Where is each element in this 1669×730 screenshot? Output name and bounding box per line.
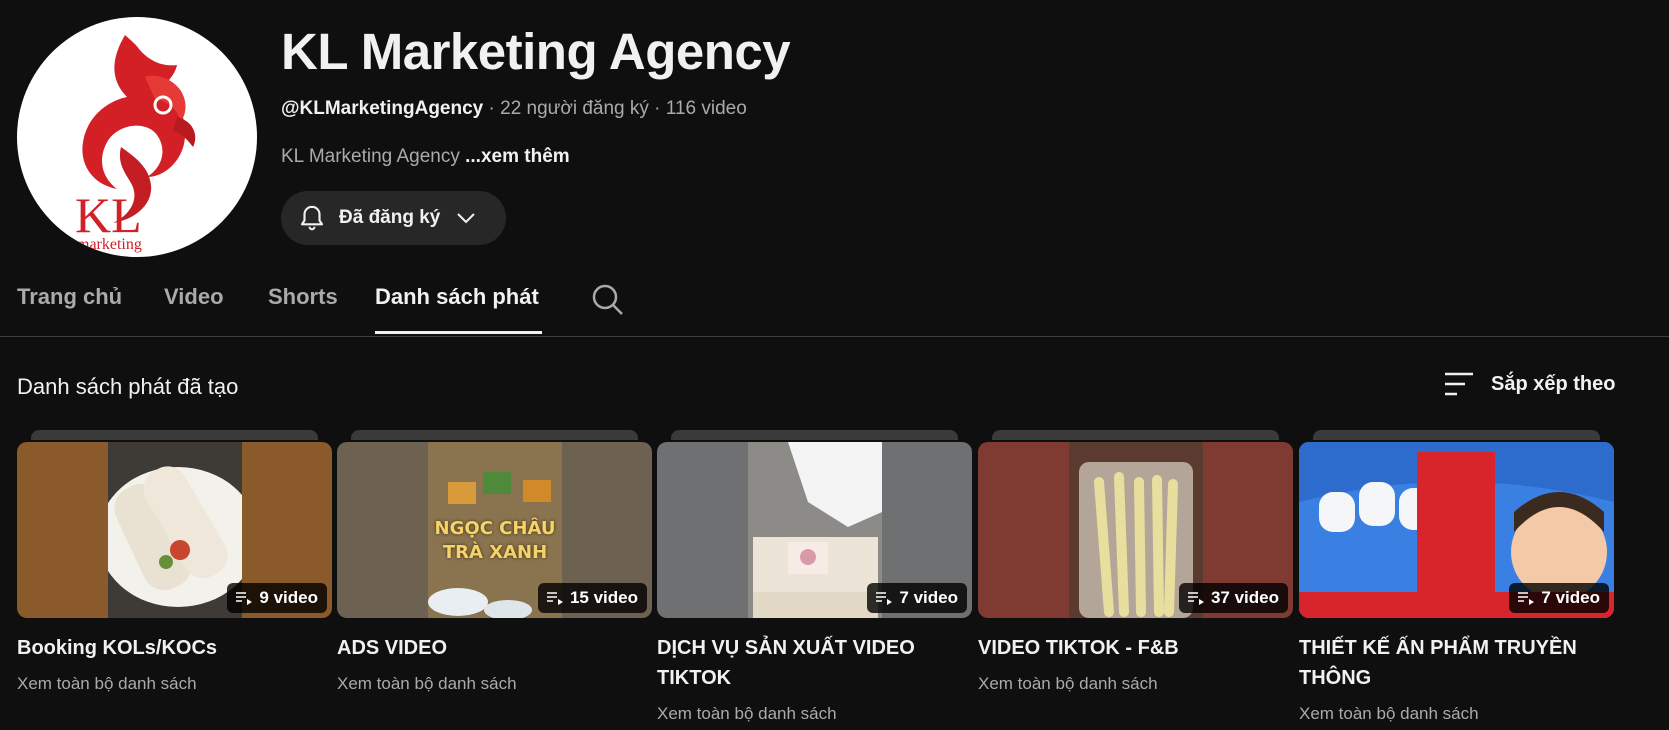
active-tab-indicator (375, 331, 542, 334)
playlist-title[interactable]: ADS VIDEO (337, 633, 652, 663)
playlist-icon (1187, 592, 1204, 605)
video-count-badge: 15 video (537, 583, 647, 613)
logo-kl-text: KL (75, 187, 142, 243)
playlist-stack (671, 430, 958, 440)
playlist-title[interactable]: DỊCH VỤ SẢN XUẤT VIDEO TIKTOK (657, 633, 972, 693)
playlist-icon (546, 592, 563, 605)
video-count-badge: 37 video (1178, 583, 1288, 613)
playlist-icon (236, 592, 253, 605)
playlist-title[interactable]: VIDEO TIKTOK - F&B (978, 633, 1293, 663)
tab-home[interactable]: Trang chủ (17, 284, 122, 310)
playlist-title[interactable]: Booking KOLs/KOCs (17, 633, 332, 663)
subscribed-label: Đã đăng ký (339, 207, 441, 228)
playlist-thumbnail[interactable]: 7 video (657, 442, 972, 618)
playlist-stack (31, 430, 318, 440)
playlist-icon (876, 592, 893, 605)
video-count-label: 37 video (1210, 588, 1279, 607)
sort-label: Sắp xếp theo (1491, 372, 1616, 395)
section-title: Danh sách phát đã tạo (17, 374, 239, 399)
channel-meta: @KLMarketingAgency · 22 người đăng ký · … (281, 98, 747, 120)
playlist-stack (351, 430, 638, 440)
view-full-playlist-link[interactable]: Xem toàn bộ danh sách (657, 704, 837, 724)
video-count-label: 9 video (259, 588, 318, 607)
view-full-playlist-link[interactable]: Xem toàn bộ danh sách (17, 674, 197, 694)
channel-description: KL Marketing Agency ...xem thêm (281, 146, 570, 168)
subscribed-button[interactable]: Đã đăng ký (281, 191, 506, 245)
playlist-thumbnail[interactable]: 7 video (1299, 442, 1614, 618)
meta-separator: · (483, 98, 501, 119)
video-count-badge: 9 video (227, 583, 327, 613)
channel-handle[interactable]: @KLMarketingAgency (281, 98, 483, 119)
tab-shorts[interactable]: Shorts (268, 284, 338, 310)
video-count-label: 15 video (569, 588, 638, 607)
bell-icon (297, 203, 327, 233)
playlist-stack (1313, 430, 1600, 440)
thumbnail-image (108, 442, 242, 618)
playlist-icon (1518, 592, 1535, 605)
video-count-label: 7 video (1541, 588, 1600, 607)
kl-logo: KL marketing (75, 35, 196, 253)
tab-playlists[interactable]: Danh sách phát (375, 284, 539, 310)
see-more-link[interactable]: ...xem thêm (465, 146, 570, 167)
video-count-badge: 7 video (867, 583, 967, 613)
description-text: KL Marketing Agency (281, 146, 466, 167)
subscriber-count: 22 người đăng ký (500, 98, 649, 119)
thumbnail-image (748, 442, 882, 618)
channel-tabs: Trang chủ Video Shorts Danh sách phát (0, 270, 1669, 337)
video-count-badge: 7 video (1509, 583, 1609, 613)
channel-title: KL Marketing Agency (281, 23, 791, 80)
chevron-down-icon (454, 206, 478, 230)
video-count: 116 video (665, 98, 747, 119)
meta-separator: · (648, 98, 666, 119)
sort-icon (1443, 370, 1475, 398)
view-full-playlist-link[interactable]: Xem toàn bộ danh sách (978, 674, 1158, 694)
playlist-thumbnail[interactable]: 9 video (17, 442, 332, 618)
view-full-playlist-link[interactable]: Xem toàn bộ danh sách (337, 674, 517, 694)
playlist-thumbnail[interactable]: 37 video (978, 442, 1293, 618)
thumbnail-overlay-text: NGỌC CHÂU TRÀ XANH (434, 518, 556, 563)
playlist-title[interactable]: THIẾT KẾ ẤN PHẨM TRUYỀN THÔNG (1299, 633, 1614, 693)
channel-avatar[interactable]: KL marketing (17, 17, 257, 257)
view-full-playlist-link[interactable]: Xem toàn bộ danh sách (1299, 704, 1479, 724)
sort-button[interactable]: Sắp xếp theo (1443, 370, 1615, 398)
search-icon[interactable] (590, 282, 626, 318)
tab-videos[interactable]: Video (164, 284, 224, 310)
playlist-stack (992, 430, 1279, 440)
playlist-thumbnail[interactable]: NGỌC CHÂU TRÀ XANH 15 video (337, 442, 652, 618)
logo-marketing-text: marketing (77, 236, 142, 253)
video-count-label: 7 video (899, 588, 958, 607)
